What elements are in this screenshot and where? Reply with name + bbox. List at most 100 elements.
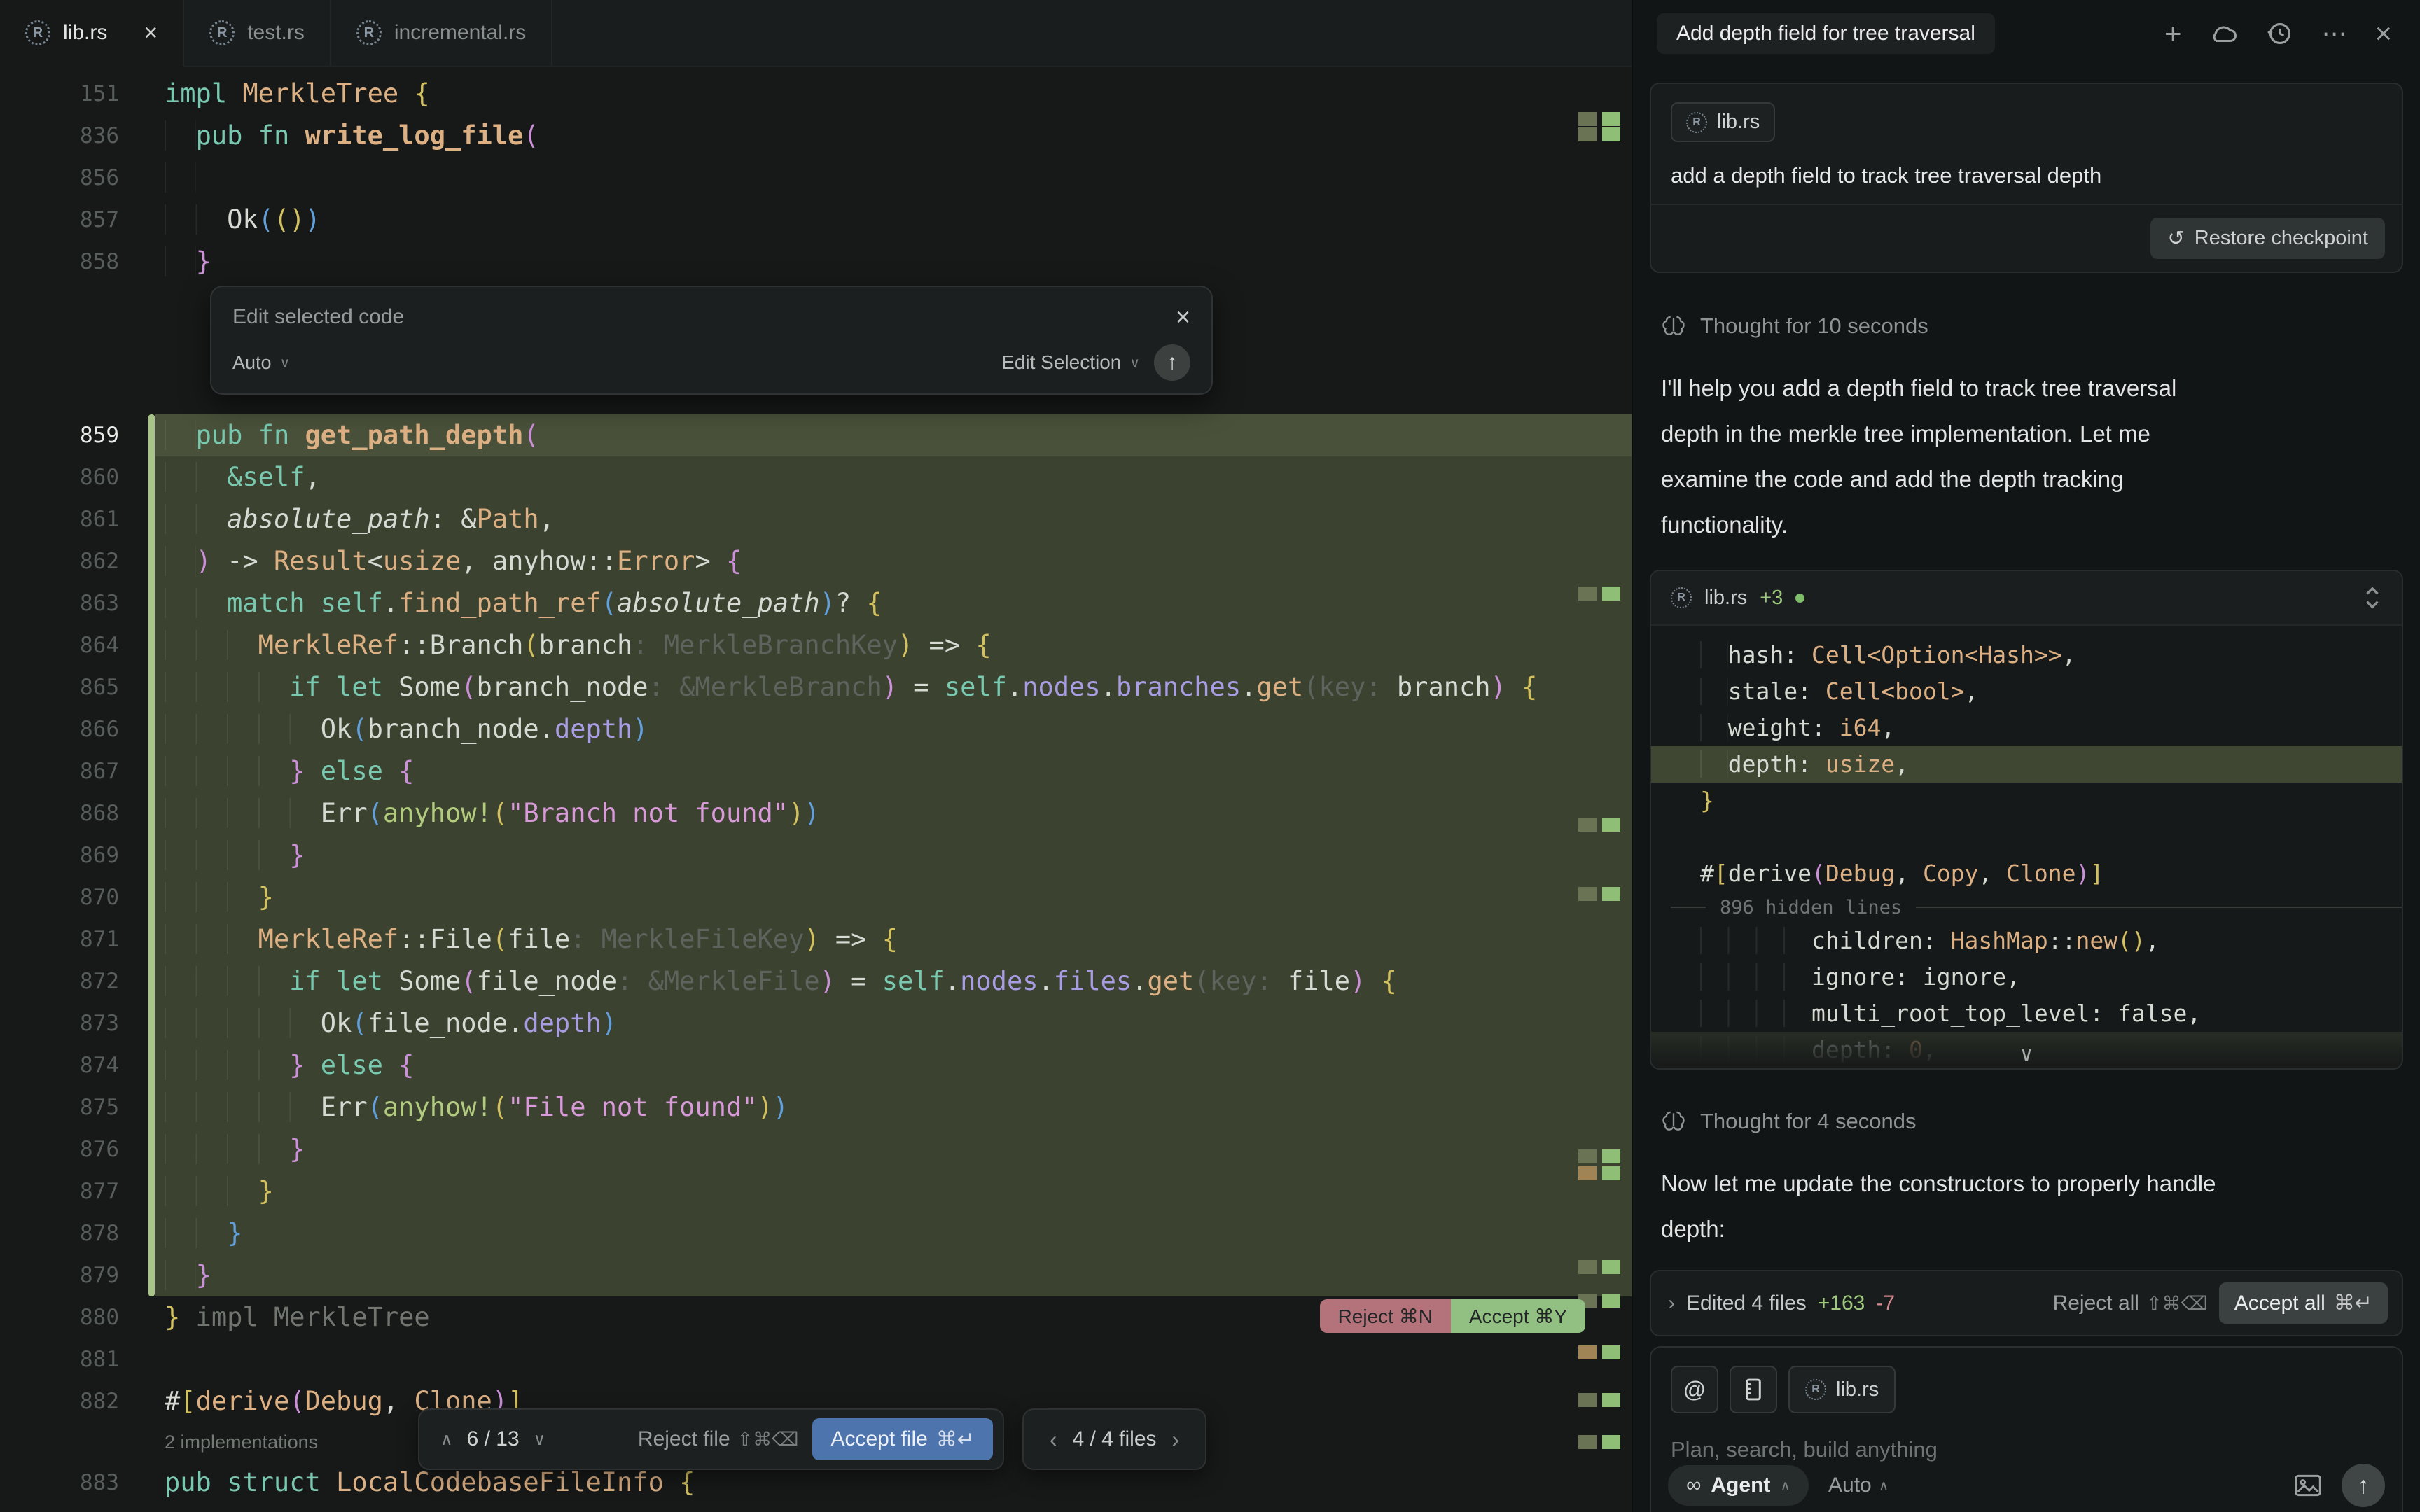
accept-file-button[interactable]: Accept file ⌘↵ xyxy=(812,1418,993,1460)
line-number: 866 xyxy=(0,708,155,750)
code-line: 863 match self.find_path_ref(absolute_pa… xyxy=(0,582,1632,624)
diff-code-line xyxy=(1651,819,2402,855)
code-line: 874 } else { xyxy=(0,1044,1632,1086)
diff-hunk-actions: Reject ⌘N Accept ⌘Y xyxy=(1320,1299,1585,1333)
inline-edit-prompt-placeholder[interactable]: Edit selected code xyxy=(232,305,404,329)
diff-code-line: children: HashMap::new(), xyxy=(1651,923,2402,959)
restore-checkpoint-button[interactable]: ↺ Restore checkpoint xyxy=(2150,218,2385,259)
code-line: 878 } xyxy=(0,1212,1632,1254)
reject-all-label: Reject all xyxy=(2053,1292,2139,1315)
rust-file-icon: R xyxy=(1805,1379,1826,1400)
reject-file-button[interactable]: Reject file⇧⌘⌫ xyxy=(638,1427,799,1451)
code-line: 862 ) -> Result<usize, anyhow::Error> { xyxy=(0,540,1632,582)
composer[interactable]: @ R lib.rs Plan, search, build anything … xyxy=(1650,1346,2403,1512)
send-button[interactable]: ↑ xyxy=(2342,1464,2385,1507)
auto-model-label: Auto xyxy=(1828,1474,1872,1497)
expand-code-chevron-icon[interactable]: ∨ xyxy=(2020,1042,2033,1067)
selection-gutter-bar xyxy=(148,414,155,1296)
modified-dot xyxy=(1795,594,1804,603)
line-number: 859 xyxy=(0,414,155,456)
code-line: 865 if let Some(branch_node: &MerkleBran… xyxy=(0,666,1632,708)
code-line: 860 &self, xyxy=(0,456,1632,498)
hidden-lines-divider[interactable]: 896 hidden lines xyxy=(1651,892,2402,923)
close-icon[interactable]: × xyxy=(1176,302,1190,332)
rust-file-icon: R xyxy=(1686,112,1707,133)
mention-button[interactable]: @ xyxy=(1671,1366,1718,1413)
diff-code-line: depth: usize, xyxy=(1651,746,2402,783)
line-number: 863 xyxy=(0,582,155,624)
mode-selector-agent[interactable]: ∞ Agent ∧ xyxy=(1668,1465,1809,1506)
thought-label: Thought for 10 seconds xyxy=(1700,314,1928,339)
accept-hunk-button[interactable]: Accept ⌘Y xyxy=(1451,1299,1585,1333)
total-removed-count: -7 xyxy=(1876,1292,1895,1315)
code-area[interactable]: 151impl MerkleTree {836 pub fn write_log… xyxy=(0,67,1632,1512)
context-file-label: lib.rs xyxy=(1836,1378,1879,1401)
line-number: 881 xyxy=(0,1338,155,1380)
restore-checkpoint-label: Restore checkpoint xyxy=(2195,227,2368,250)
prev-hunk-button[interactable]: ∧ xyxy=(440,1429,453,1450)
expand-collapse-icon[interactable] xyxy=(2363,586,2382,610)
attach-context-button[interactable] xyxy=(1730,1366,1777,1413)
code-line: 872 if let Some(file_node: &MerkleFile) … xyxy=(0,960,1632,1002)
tab-test-rs[interactable]: R test.rs xyxy=(184,0,331,66)
rust-file-icon: R xyxy=(356,20,382,46)
line-number: 864 xyxy=(0,624,155,666)
model-selector[interactable]: Auto ∨ xyxy=(232,352,290,374)
line-number: 857 xyxy=(0,199,155,241)
next-hunk-button[interactable]: ∨ xyxy=(534,1429,546,1450)
close-tab-icon[interactable]: × xyxy=(144,20,158,47)
diff-code-line: hash: Cell<Option<Hash>>, xyxy=(1651,637,2402,673)
next-file-button[interactable]: › xyxy=(1172,1427,1180,1452)
code-line: 875 Err(anyhow!("File not found")) xyxy=(0,1086,1632,1128)
line-number: 870 xyxy=(0,876,155,918)
code-line: 859 pub fn get_path_depth( xyxy=(0,414,1632,456)
reject-hunk-button[interactable]: Reject ⌘N xyxy=(1320,1299,1451,1333)
model-selector-auto[interactable]: Auto ∧ xyxy=(1828,1474,1889,1497)
edit-selection-label: Edit Selection xyxy=(1001,351,1121,374)
cloud-icon[interactable] xyxy=(2209,23,2239,44)
tab-label: lib.rs xyxy=(63,21,107,45)
chevron-right-icon[interactable]: › xyxy=(1668,1292,1675,1315)
hunk-counter: 6 / 13 xyxy=(467,1427,520,1451)
line-number: 873 xyxy=(0,1002,155,1044)
code-line: 858 } xyxy=(0,241,1632,283)
thought-row[interactable]: Thought for 4 seconds xyxy=(1661,1109,2392,1134)
accept-all-shortcut: ⌘↵ xyxy=(2334,1291,2372,1315)
thought-row[interactable]: Thought for 10 seconds xyxy=(1661,314,2392,339)
line-number: 878 xyxy=(0,1212,155,1254)
history-icon[interactable] xyxy=(2267,20,2293,47)
rust-file-icon: R xyxy=(1671,587,1692,608)
code-line: 867 } else { xyxy=(0,750,1632,792)
tab-lib-rs[interactable]: R lib.rs × xyxy=(0,0,184,67)
agent-mode-label: Agent xyxy=(1711,1474,1770,1497)
code-line: 873 Ok(file_node.depth) xyxy=(0,1002,1632,1044)
composer-input[interactable]: Plan, search, build anything xyxy=(1671,1437,2382,1462)
code-line: 881 xyxy=(0,1338,1632,1380)
edited-files-label[interactable]: Edited 4 files xyxy=(1686,1292,1807,1315)
reject-all-button[interactable]: Reject all⇧⌘⌫ xyxy=(2053,1292,2208,1315)
edit-selection-dropdown[interactable]: Edit Selection ∨ xyxy=(1001,351,1140,374)
chevron-down-icon: ∨ xyxy=(280,354,291,372)
context-file-chip[interactable]: R lib.rs xyxy=(1788,1366,1896,1413)
accept-all-button[interactable]: Accept all ⌘↵ xyxy=(2219,1282,2388,1324)
code-line: 877 } xyxy=(0,1170,1632,1212)
image-icon xyxy=(2294,1474,2322,1497)
close-panel-icon[interactable]: × xyxy=(2374,17,2392,50)
submit-edit-button[interactable]: ↑ xyxy=(1154,344,1190,381)
tab-incremental-rs[interactable]: R incremental.rs xyxy=(331,0,552,66)
line-number: 836 xyxy=(0,115,155,157)
more-options-icon[interactable]: ⋯ xyxy=(2321,19,2346,48)
arrow-up-icon: ↑ xyxy=(1167,351,1178,374)
line-number: 876 xyxy=(0,1128,155,1170)
code-line: 876 } xyxy=(0,1128,1632,1170)
context-file-chip[interactable]: R lib.rs xyxy=(1671,102,1775,142)
prev-file-button[interactable]: ‹ xyxy=(1050,1427,1057,1452)
new-thread-icon[interactable]: + xyxy=(2164,17,2182,50)
thread-title[interactable]: Add depth field for tree traversal xyxy=(1657,13,1995,54)
line-number: 856 xyxy=(0,157,155,199)
diff-card-header[interactable]: R lib.rs +3 xyxy=(1651,571,2402,626)
agent-panel: Add depth field for tree traversal + ⋯ × xyxy=(1632,0,2420,1512)
code-line: 864 MerkleRef::Branch(branch: MerkleBran… xyxy=(0,624,1632,666)
attach-image-button[interactable] xyxy=(2294,1474,2322,1497)
edited-files-bar: › Edited 4 files +163 -7 Reject all⇧⌘⌫ A… xyxy=(1650,1270,2403,1336)
